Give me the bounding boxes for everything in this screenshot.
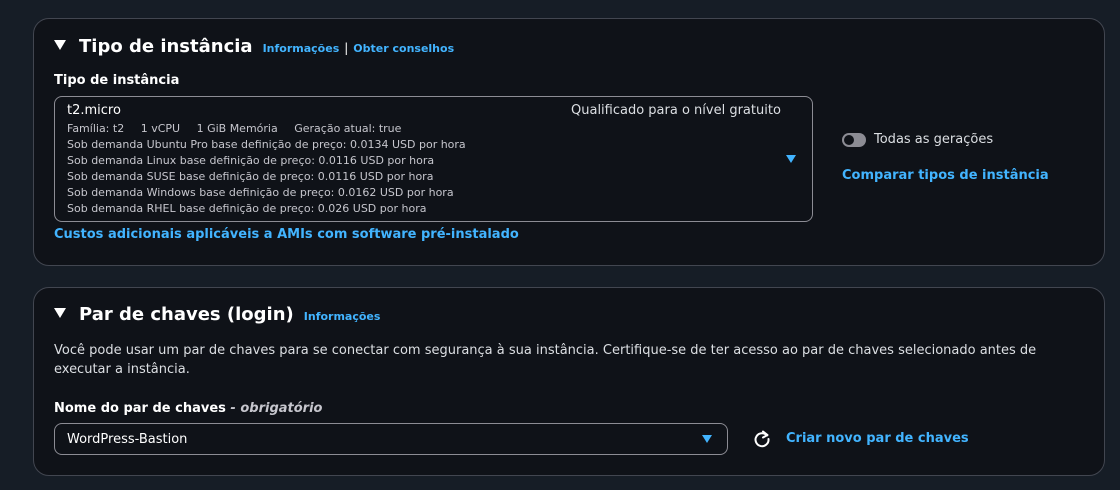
instance-generation: Geração atual: true (294, 122, 402, 135)
pricing-linux: Sob demanda Linux base definição de preç… (67, 154, 435, 167)
caret-down-icon[interactable] (54, 40, 66, 50)
instance-type-header[interactable]: Tipo de instância Informações | Obter co… (54, 36, 454, 57)
instance-type-panel: Tipo de instância Informações | Obter co… (33, 18, 1105, 266)
refresh-icon[interactable] (752, 429, 772, 449)
instance-vcpu: 1 vCPU (140, 122, 181, 135)
toggle-knob (844, 135, 854, 145)
compare-instance-types-link[interactable]: Comparar tipos de instância (842, 168, 1049, 183)
instance-type-title: Tipo de instância (79, 36, 253, 57)
free-tier-label: Qualificado para o nível gratuito (571, 103, 781, 118)
pricing-windows: Sob demanda Windows base definição de pr… (67, 186, 454, 199)
key-pair-description: Você pode usar um par de chaves para se … (54, 343, 1037, 377)
key-pair-select[interactable]: WordPress-Bastion (54, 423, 728, 455)
key-pair-name-text: Nome do par de chaves (54, 401, 226, 416)
dropdown-arrow-icon[interactable] (786, 155, 796, 163)
required-marker: - obrigatório (225, 401, 323, 416)
key-pair-selected-value: WordPress-Bastion (67, 432, 188, 447)
instance-type-info-link[interactable]: Informações (263, 42, 340, 55)
ami-costs-link[interactable]: Custos adicionais aplicáveis a AMIs com … (54, 227, 519, 242)
key-pair-info-link[interactable]: Informações (304, 310, 381, 323)
instance-memory: 1 GiB Memória (196, 122, 278, 135)
all-generations-toggle[interactable] (842, 133, 866, 147)
instance-type-name: t2.micro (67, 103, 121, 118)
instance-specs: Família: t2 1 vCPU 1 GiB Memória Geração… (67, 121, 466, 137)
pricing-suse: Sob demanda SUSE base definição de preço… (67, 170, 434, 183)
all-generations-label: Todas as gerações (874, 132, 994, 147)
caret-down-icon[interactable] (54, 308, 66, 318)
link-separator: | (344, 41, 349, 55)
key-pair-title: Par de chaves (login) (79, 304, 294, 325)
create-key-pair-link[interactable]: Criar novo par de chaves (786, 431, 969, 446)
dropdown-arrow-icon[interactable] (702, 435, 712, 443)
get-advice-link[interactable]: Obter conselhos (353, 42, 454, 55)
instance-details: Família: t2 1 vCPU 1 GiB Memória Geração… (67, 121, 466, 217)
pricing-rhel: Sob demanda RHEL base definição de preço… (67, 202, 427, 215)
instance-family: Família: t2 (67, 122, 125, 135)
key-pair-name-label: Nome do par de chaves - obrigatório (54, 401, 322, 416)
key-pair-header[interactable]: Par de chaves (login) Informações (54, 304, 380, 325)
instance-type-label: Tipo de instância (54, 73, 180, 88)
pricing-ubuntu: Sob demanda Ubuntu Pro base definição de… (67, 138, 466, 151)
instance-type-select[interactable]: t2.micro Qualificado para o nível gratui… (54, 96, 813, 222)
key-pair-panel: Par de chaves (login) Informações Você p… (33, 287, 1105, 476)
